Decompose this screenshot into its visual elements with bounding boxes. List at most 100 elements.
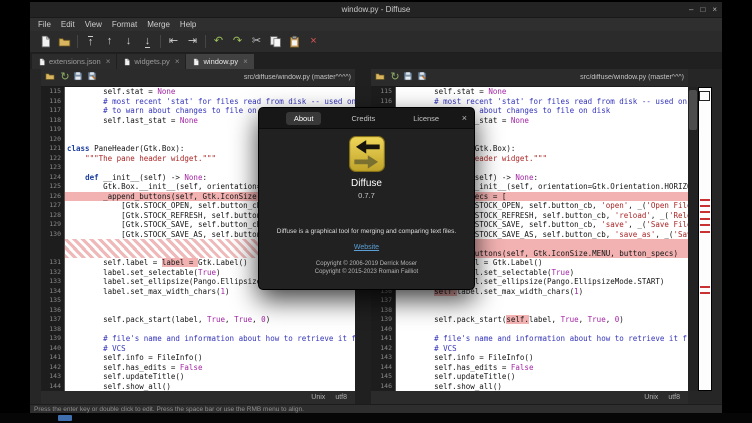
dialog-close-button[interactable]: × [462, 113, 467, 123]
cut-button[interactable]: ✂ [247, 33, 266, 51]
file-icon [192, 58, 200, 66]
clear-edits-icon: × [310, 36, 316, 47]
menu-item-merge[interactable]: Merge [142, 20, 175, 29]
website-link[interactable]: Website [354, 244, 379, 251]
line-number: 144 [41, 382, 61, 392]
code-line[interactable]: self.updateTitle() [396, 372, 688, 382]
line-ending-indicator: Unix [311, 394, 325, 401]
line-number: 115 [41, 87, 61, 97]
menu-item-view[interactable]: View [80, 20, 107, 29]
close-button[interactable]: × [712, 6, 717, 14]
line-number: 138 [371, 306, 392, 316]
code-line[interactable]: self.has_edits = False [396, 363, 688, 373]
tab-bar: extensions.json×widgets.py×window.py× [30, 53, 722, 69]
copy-button[interactable] [266, 33, 285, 51]
line-number: 136 [41, 306, 61, 316]
titlebar[interactable]: window.py - Diffuse –□× [30, 2, 722, 18]
previous-difference-button[interactable]: ↑ [100, 33, 119, 51]
pane-save-button[interactable] [403, 72, 415, 84]
about-dialog: AboutCreditsLicense × Diffuse 0.7.7 Di [258, 107, 475, 290]
maximize-button[interactable]: □ [700, 6, 705, 14]
taskbar-item[interactable] [58, 415, 72, 421]
open-file-icon [58, 35, 71, 48]
tab-close-icon[interactable]: × [243, 57, 248, 66]
diff-mark [700, 231, 710, 233]
code-line[interactable]: self.pack_start(self.label, True, True, … [396, 315, 688, 325]
left-pane-header: ↻ src/diffuse/window.py (master^^^^) [41, 69, 355, 87]
diff-map[interactable] [698, 87, 712, 391]
code-line[interactable]: self.info = FileInfo() [65, 353, 355, 363]
code-line[interactable]: self.has_edits = False [65, 363, 355, 373]
redo-button[interactable]: ↷ [228, 33, 247, 51]
cut-icon: ✂ [252, 36, 261, 47]
dialog-tab-credits[interactable]: Credits [343, 112, 383, 125]
code-line[interactable] [65, 325, 355, 335]
undo-button[interactable]: ↶ [209, 33, 228, 51]
taskbar [0, 413, 752, 423]
tab-label: extensions.json [49, 57, 101, 66]
dialog-tab-license[interactable]: License [405, 112, 447, 125]
menu-item-file[interactable]: File [33, 20, 56, 29]
code-line[interactable]: # file's name and information about how … [396, 334, 688, 344]
minimize-button[interactable]: – [689, 6, 693, 14]
dialog-tab-about[interactable]: About [286, 112, 322, 125]
copy-selection-right-button[interactable]: ⇥ [183, 33, 202, 51]
open-file-button[interactable] [55, 33, 74, 51]
code-line[interactable] [65, 306, 355, 316]
open-icon [45, 71, 57, 84]
tab-window-py[interactable]: window.py× [186, 54, 253, 69]
first-difference-button[interactable]: ↑ [81, 33, 100, 51]
save-as-icon [87, 71, 99, 84]
line-number: 116 [371, 97, 392, 107]
next-difference-button[interactable]: ↓ [119, 33, 138, 51]
code-line[interactable]: # most recent 'stat' for files read from… [65, 97, 355, 107]
clear-edits-button[interactable]: × [304, 33, 323, 51]
menu-item-edit[interactable]: Edit [56, 20, 80, 29]
code-line[interactable]: self.show_all() [65, 382, 355, 392]
code-line[interactable]: self.stat = None [396, 87, 688, 97]
pane-open-button[interactable] [45, 72, 57, 84]
tab-widgets-py[interactable]: widgets.py× [117, 54, 185, 69]
code-line[interactable]: self.pack_start(label, True, True, 0) [65, 315, 355, 325]
code-line[interactable] [396, 296, 688, 306]
tab-close-icon[interactable]: × [106, 57, 111, 66]
app-description: Diffuse is a graphical tool for merging … [277, 228, 456, 235]
scrollbar-thumb[interactable] [689, 90, 697, 130]
line-number: 140 [371, 325, 392, 335]
code-line[interactable] [396, 325, 688, 335]
menu-item-format[interactable]: Format [107, 20, 142, 29]
pane-save-button[interactable] [73, 72, 85, 84]
line-number: 129 [41, 220, 61, 230]
code-line[interactable]: self.info = FileInfo() [396, 353, 688, 363]
copy-selection-left-button[interactable]: ⇤ [164, 33, 183, 51]
left-pane-title: src/diffuse/window.py (master^^^^) [101, 74, 351, 81]
line-number: 140 [41, 344, 61, 354]
pane-save-as-button[interactable] [87, 72, 99, 84]
reload-icon: ↻ [390, 72, 399, 83]
code-line[interactable] [65, 296, 355, 306]
next-difference-icon: ↓ [126, 36, 132, 47]
new-file-button[interactable] [36, 33, 55, 51]
right-pane-header-buttons: ↻ [375, 72, 429, 84]
line-number: 144 [371, 363, 392, 373]
line-number: 137 [41, 315, 61, 325]
code-line[interactable]: self.updateTitle() [65, 372, 355, 382]
pane-save-as-button[interactable] [417, 72, 429, 84]
paste-button[interactable] [285, 33, 304, 51]
tab-close-icon[interactable]: × [175, 57, 180, 66]
code-line[interactable] [396, 306, 688, 316]
pane-reload-button[interactable]: ↻ [389, 72, 401, 84]
code-line[interactable]: # file's name and information about how … [65, 334, 355, 344]
undo-icon: ↶ [214, 36, 223, 47]
code-line[interactable]: # VCS [65, 344, 355, 354]
code-line[interactable]: self.show_all() [396, 382, 688, 392]
pane-open-button[interactable] [375, 72, 387, 84]
vertical-scrollbar[interactable] [688, 87, 698, 391]
menu-item-help[interactable]: Help [175, 20, 201, 29]
pane-reload-button[interactable]: ↻ [59, 72, 71, 84]
code-line[interactable]: # VCS [396, 344, 688, 354]
code-line[interactable]: self.stat = None [65, 87, 355, 97]
code-line[interactable]: # most recent 'stat' for files read from… [396, 97, 688, 107]
last-difference-button[interactable]: ↓ [138, 33, 157, 51]
tab-extensions-json[interactable]: extensions.json × [32, 54, 116, 69]
